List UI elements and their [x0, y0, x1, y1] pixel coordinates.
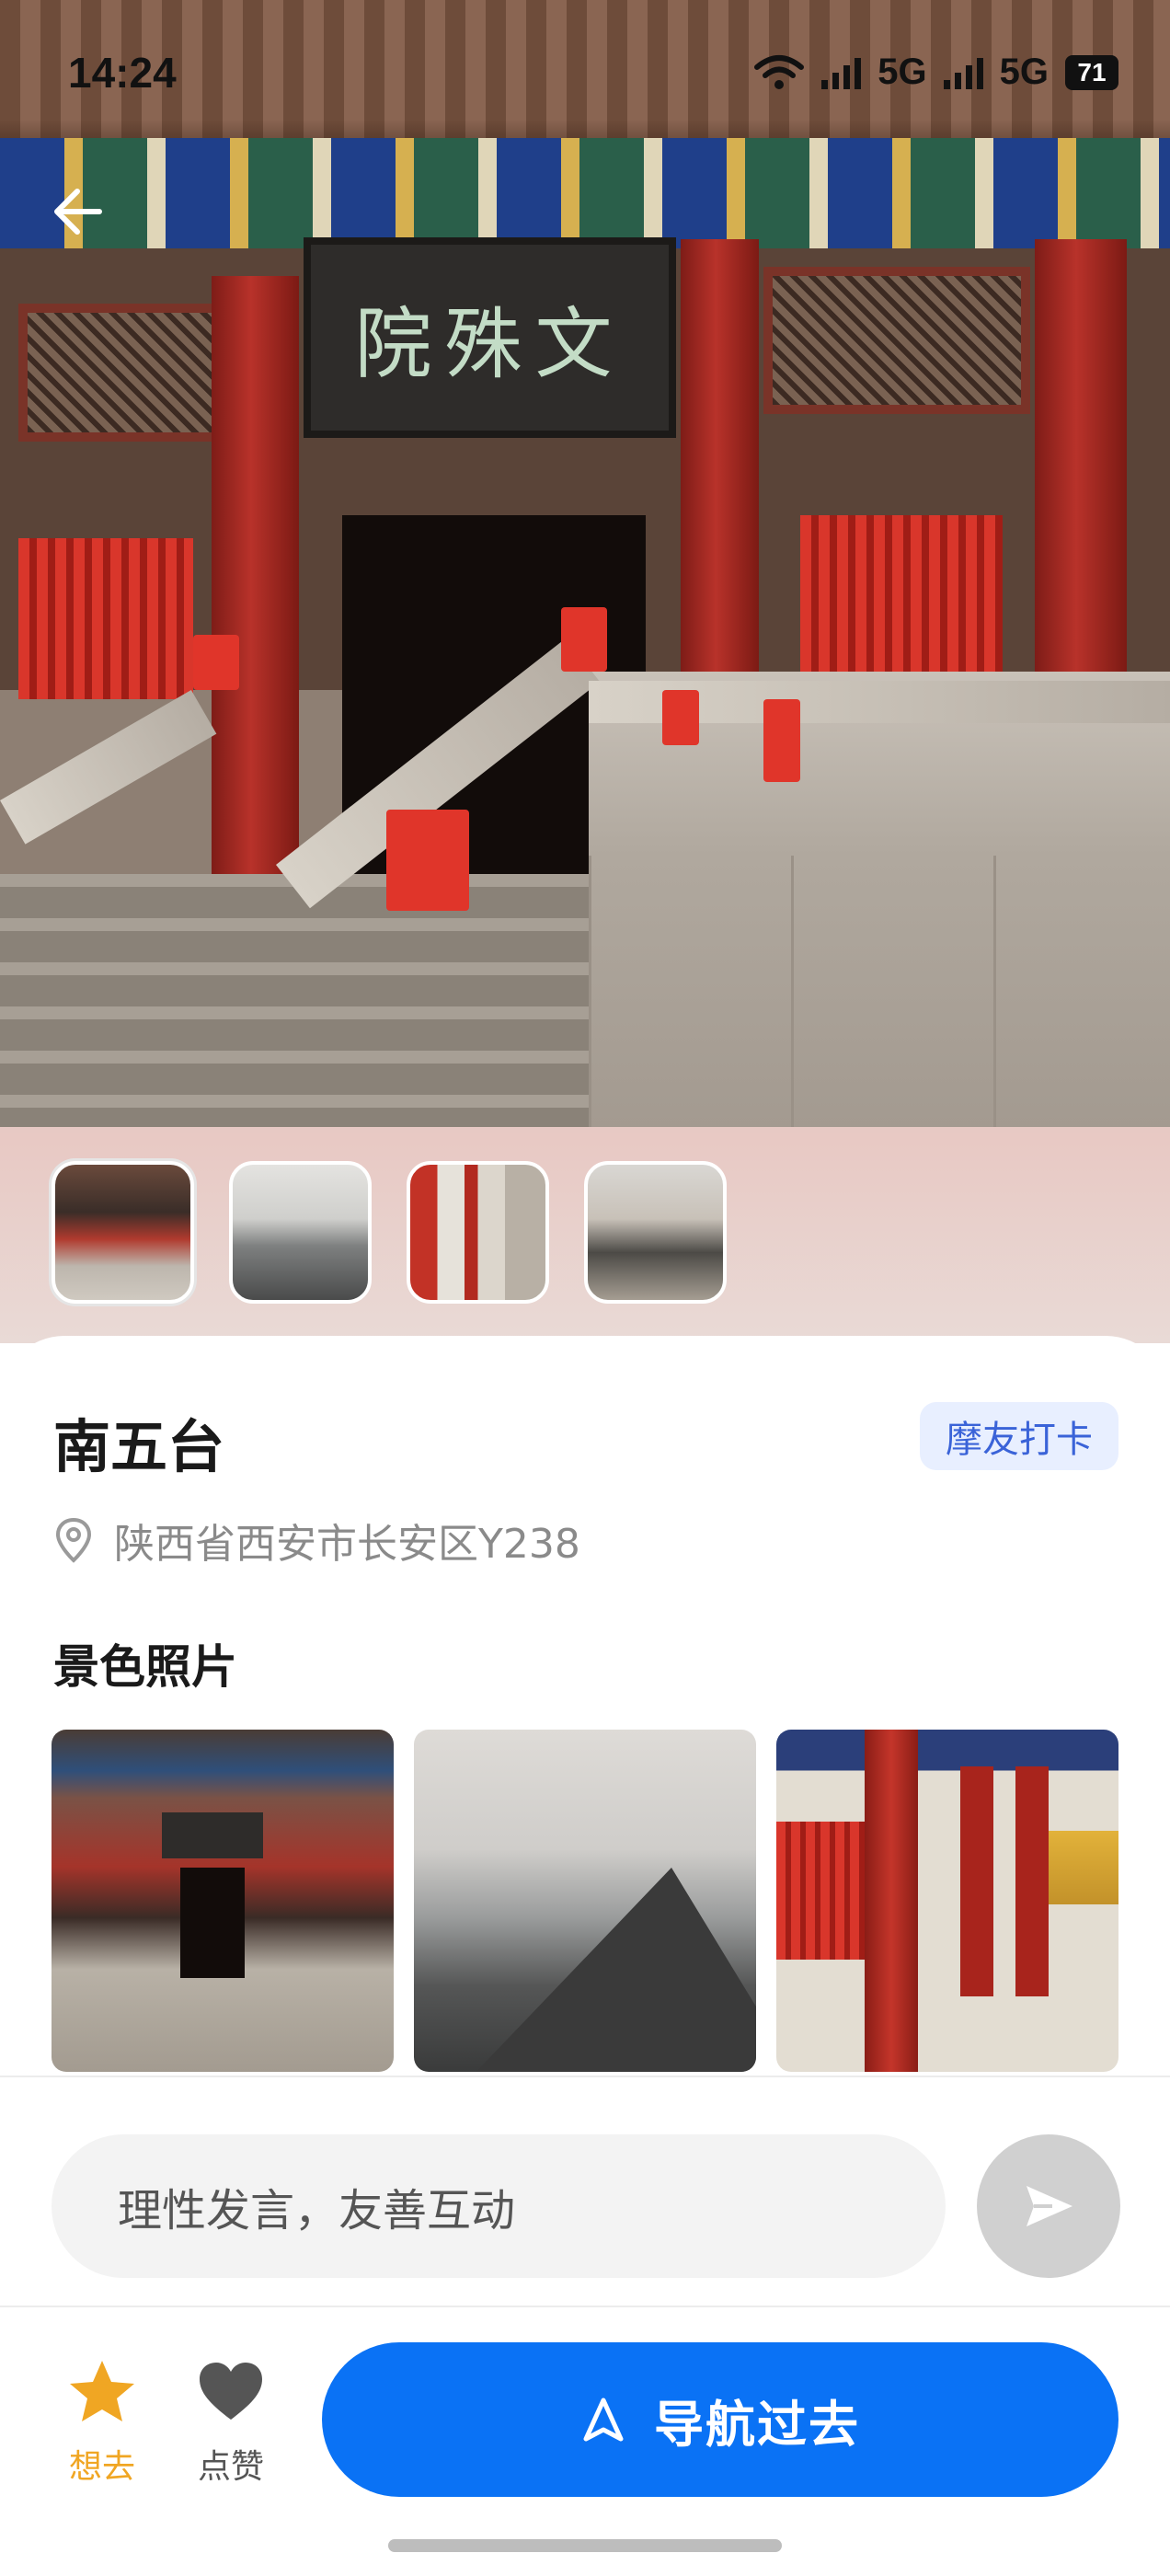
painted-beam [0, 138, 1170, 248]
home-indicator[interactable] [388, 2539, 782, 2552]
photo-detail [776, 1822, 865, 1960]
battery-icon: 71 [1065, 54, 1118, 90]
like-button[interactable]: 点赞 [180, 2357, 281, 2488]
photo-detail [1017, 1831, 1118, 1904]
location-pin-icon [55, 1517, 92, 1563]
red-pillar [1035, 239, 1127, 681]
address-row[interactable]: 陕西省西安市长安区Y238 [53, 1511, 580, 1570]
photos-section-title: 景色照片 [53, 1640, 237, 1694]
status-icons: 5G 5G 71 [753, 52, 1118, 93]
comment-input[interactable]: 理性发言，友善互动 [52, 2134, 946, 2278]
hero-photo[interactable]: 院殊文 [0, 0, 1170, 1127]
temple-plaque: 院殊文 [304, 237, 676, 438]
send-button[interactable] [977, 2134, 1120, 2278]
photo-corridor[interactable] [776, 1730, 1118, 2072]
red-ribbon [193, 635, 239, 690]
divider [0, 2306, 1170, 2307]
thumb-corridor[interactable] [407, 1161, 549, 1304]
want-label: 想去 [68, 2448, 135, 2486]
photo-gallery [52, 1730, 1118, 2072]
place-title: 南五台 [53, 1413, 225, 1480]
back-arrow-icon [54, 189, 102, 235]
navigation-arrow-icon [583, 2398, 624, 2442]
photo-mountain[interactable] [414, 1730, 756, 2072]
plaque-text: 院殊文 [354, 298, 625, 389]
signal-icon [821, 56, 862, 89]
detail-card: 南五台 摩友打卡 陕西省西安市长安区Y238 景色照片 理性发言，友善互动 想去 [0, 1336, 1170, 2576]
heart-icon [200, 2363, 262, 2420]
wifi-icon [754, 54, 805, 89]
red-ribbon [386, 810, 469, 911]
red-ribbon [662, 690, 699, 745]
network-type: 5G [999, 52, 1049, 92]
red-ribbon [763, 699, 800, 782]
status-time: 14:24 [68, 49, 177, 97]
back-button[interactable] [50, 184, 123, 248]
red-pillar [212, 276, 299, 883]
network-type: 5G [878, 52, 927, 92]
signal-icon [943, 56, 983, 89]
send-icon [1027, 2186, 1072, 2226]
prayer-tags [18, 538, 193, 699]
stone-stairs [0, 874, 589, 1127]
want-to-go-button[interactable]: 想去 [52, 2357, 153, 2488]
prayer-tags [800, 515, 1003, 690]
thumb-incense-burner[interactable] [584, 1161, 727, 1304]
address-text: 陕西省西安市长安区Y238 [114, 1521, 580, 1568]
red-ribbon [561, 607, 607, 672]
like-label: 点赞 [197, 2448, 264, 2486]
hero-image-area: 院殊文 14:24 5G 5G 71 [0, 0, 1170, 1343]
lattice-window-right [763, 267, 1030, 414]
stone-railing [0, 690, 217, 845]
navigate-button[interactable]: 导航过去 [322, 2342, 1118, 2497]
status-bar: 14:24 5G 5G 71 [0, 0, 1170, 147]
red-pillar [681, 239, 759, 699]
thumb-temple-front[interactable] [52, 1161, 194, 1304]
checkin-badge[interactable]: 摩友打卡 [920, 1402, 1118, 1470]
thumb-mountain[interactable] [229, 1161, 372, 1304]
photo-temple-front[interactable] [52, 1730, 394, 2072]
thumbnail-strip [52, 1161, 727, 1304]
divider [0, 2076, 1170, 2077]
star-icon [70, 2361, 134, 2421]
navigate-label: 导航过去 [654, 2395, 860, 2454]
